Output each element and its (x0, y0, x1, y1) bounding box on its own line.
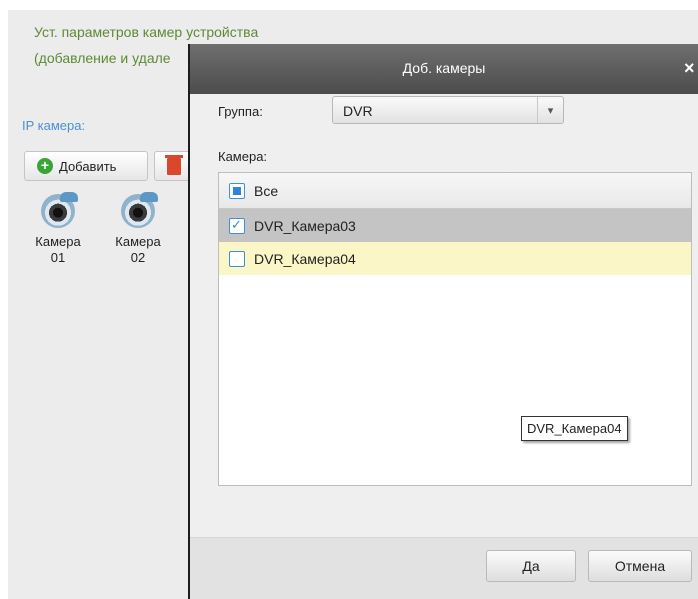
trash-icon (165, 155, 183, 175)
select-all-label: Все (254, 183, 279, 199)
dialog-header: Доб. камеры × (190, 44, 698, 94)
list-header: Все (219, 173, 691, 209)
cancel-button[interactable]: Отмена (588, 550, 692, 582)
ip-camera-label: IP камера: (22, 118, 86, 133)
dialog-footer: Да Отмена (190, 537, 698, 599)
add-camera-dialog: Доб. камеры × Группа: DVR ▾ Камера: Все … (188, 44, 698, 599)
select-all-row[interactable]: Все (219, 173, 278, 209)
add-button[interactable]: + Добавить (24, 151, 148, 181)
list-item-camera04[interactable]: DVR_Камера04 (219, 242, 691, 275)
camera-icon (41, 192, 78, 228)
camera-icon (121, 192, 158, 228)
tooltip: DVR_Камера04 (521, 416, 628, 441)
list-item-label: DVR_Камера04 (254, 250, 356, 267)
camera-label-line1: Камера (35, 234, 81, 249)
ok-button[interactable]: Да (486, 550, 576, 582)
camera-label: Камера: (218, 149, 268, 164)
camera-list: Все DVR_Камера03 DVR_Камера04 DVR_Камера… (218, 172, 692, 486)
group-label: Группа: (218, 104, 263, 119)
list-item-camera03[interactable]: DVR_Камера03 (219, 209, 691, 242)
checkbox-icon[interactable] (229, 250, 245, 267)
group-select[interactable]: DVR ▾ (332, 96, 564, 124)
camera-label-line1: Камера (115, 234, 161, 249)
camera-label-line2: 02 (130, 250, 146, 265)
camera-item-01[interactable]: Камера 01 (28, 192, 88, 266)
checkbox-icon[interactable] (229, 217, 245, 234)
list-item-label: DVR_Камера03 (254, 217, 356, 234)
add-button-label: Добавить (59, 158, 117, 174)
chevron-down-icon[interactable]: ▾ (537, 97, 563, 123)
panel-title-line2: (добавление и удале (34, 50, 171, 66)
select-all-checkbox-icon[interactable] (229, 183, 245, 199)
dialog-title: Доб. камеры (402, 60, 486, 76)
camera-item-02[interactable]: Камера 02 (108, 192, 168, 266)
panel-title-line1: Уст. параметров камер устройства (34, 24, 259, 40)
group-select-value: DVR (343, 103, 373, 119)
close-icon[interactable]: × (684, 58, 698, 78)
plus-icon: + (37, 158, 53, 174)
camera-label-line2: 01 (50, 250, 66, 265)
